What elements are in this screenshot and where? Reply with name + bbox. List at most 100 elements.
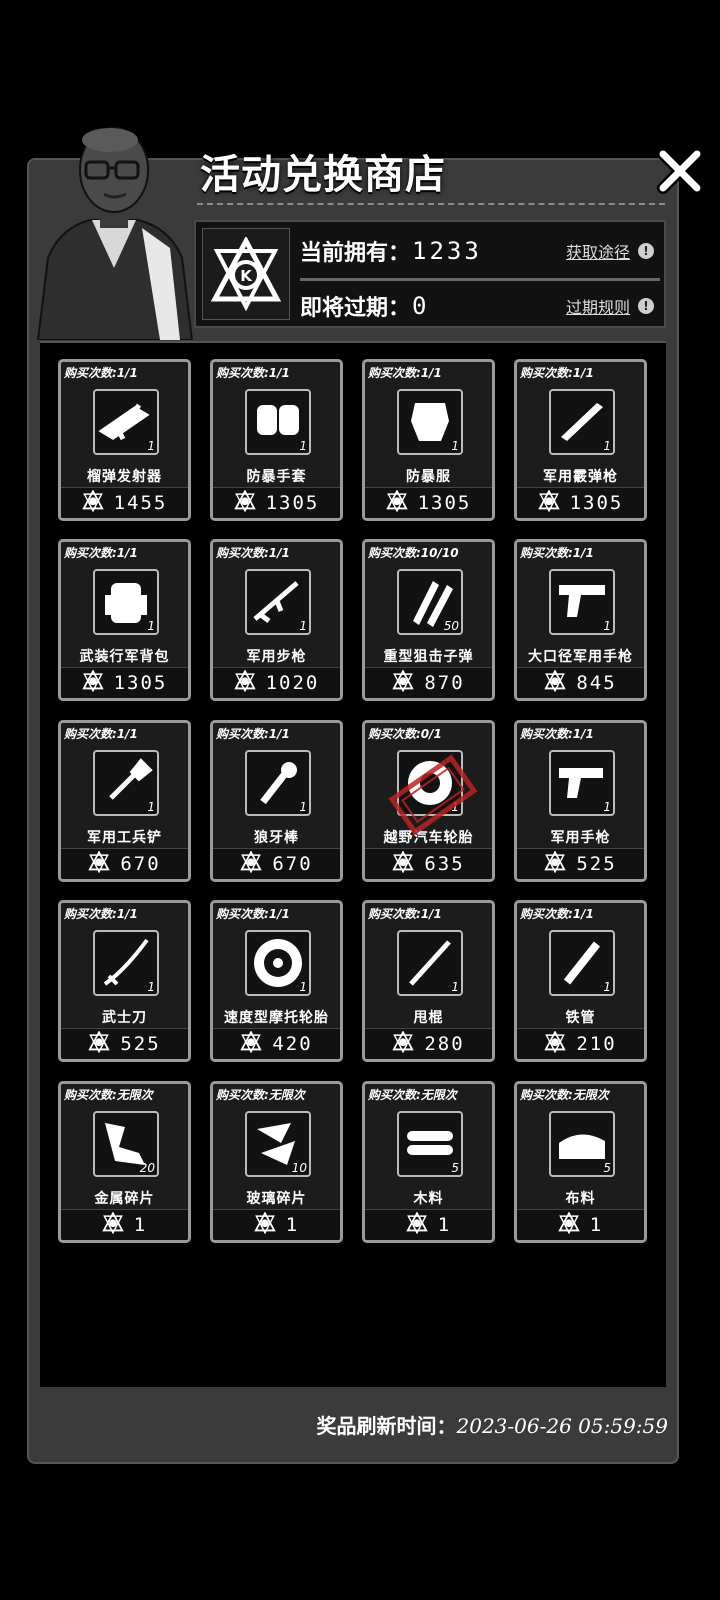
shop-item-card[interactable]: 购买次数:1/1 1 防暴服 1305	[362, 359, 495, 521]
price-bar: 670	[61, 848, 188, 879]
item-price: 1	[133, 1214, 148, 1236]
shop-item-card[interactable]: 购买次数:无限次 5 布料 1	[514, 1081, 647, 1243]
riot-suit-icon: 1	[397, 389, 463, 455]
get-method-link[interactable]: 获取途径	[566, 239, 630, 263]
purchase-limit: 购买次数:无限次	[64, 1088, 153, 1102]
shop-item-card[interactable]: 购买次数:1/1 1 军用霰弹枪 1305	[514, 359, 647, 521]
price-bar: 1020	[213, 667, 340, 698]
item-price: 1020	[265, 672, 320, 694]
shop-item-card[interactable]: 购买次数:10/10 50 重型狙击子弹 870	[362, 539, 495, 701]
shop-item-card[interactable]: 购买次数:无限次 5 木料 1	[362, 1081, 495, 1243]
shop-item-card[interactable]: 购买次数:1/1 1 铁管 210	[514, 900, 647, 1062]
purchase-limit: 购买次数:1/1	[216, 907, 290, 921]
glass-shard-icon: 10	[245, 1111, 311, 1177]
shotgun-icon: 1	[549, 389, 615, 455]
price-bar: 525	[517, 848, 644, 879]
price-bar: 1	[61, 1209, 188, 1240]
shop-item-card[interactable]: 购买次数:无限次 10 玻璃碎片 1	[210, 1081, 343, 1243]
item-grid: 购买次数:1/1 1 榴弹发射器 1455 购买次数:1/1 1 防暴手套 1305 购买次数:…	[40, 341, 666, 1387]
purchase-limit: 购买次数:1/1	[64, 907, 138, 921]
refresh-label: 奖品刷新时间：	[316, 1414, 457, 1438]
item-name: 木料	[413, 1191, 444, 1207]
item-name: 防暴手套	[246, 469, 307, 485]
metal-scrap-icon: 20	[93, 1111, 159, 1177]
item-name: 越野汽车轮胎	[383, 830, 474, 846]
item-quantity: 1	[603, 439, 611, 453]
price-bar: 1305	[61, 667, 188, 698]
item-price: 1	[285, 1214, 300, 1236]
item-quantity: 1	[451, 439, 459, 453]
item-name: 甩棍	[413, 1010, 444, 1026]
price-bar: 670	[213, 848, 340, 879]
item-price: 1305	[569, 492, 624, 514]
large-pistol-icon: 1	[549, 569, 615, 635]
rifle-icon: 1	[245, 569, 311, 635]
item-price: 1	[589, 1214, 604, 1236]
event-coin-emblem-icon: K	[202, 228, 290, 320]
price-bar: 1455	[61, 487, 188, 518]
event-coin-icon	[88, 850, 111, 877]
item-name: 武装行军背包	[79, 649, 170, 665]
cloth-icon: 5	[549, 1111, 615, 1177]
price-bar: 280	[365, 1028, 492, 1059]
purchase-limit: 购买次数:无限次	[368, 1088, 457, 1102]
item-name: 重型狙击子弹	[383, 649, 474, 665]
item-quantity: 1	[603, 619, 611, 633]
item-price: 1305	[265, 492, 320, 514]
item-quantity: 1	[147, 800, 155, 814]
item-price: 1305	[113, 672, 168, 694]
purchase-limit: 购买次数:10/10	[368, 546, 459, 560]
refresh-value: 2023-06-26 05:59:59	[456, 1414, 669, 1438]
purchase-limit: 购买次数:1/1	[64, 727, 138, 741]
item-price: 525	[120, 1033, 161, 1055]
purchase-limit: 购买次数:无限次	[520, 1088, 609, 1102]
item-quantity: 1	[147, 619, 155, 633]
shop-item-card[interactable]: 购买次数:0/1 1 越野汽车轮胎 635	[362, 720, 495, 882]
event-coin-icon	[81, 669, 104, 696]
item-quantity: 10	[291, 1161, 307, 1175]
item-name: 军用步枪	[246, 649, 307, 665]
price-bar: 845	[517, 667, 644, 698]
moto-tire-icon: 1	[245, 930, 311, 996]
event-coin-icon	[233, 489, 256, 516]
backpack-icon: 1	[93, 569, 159, 635]
owned-label: 当前拥有：	[300, 241, 411, 266]
shop-item-card[interactable]: 购买次数:1/1 1 甩棍 280	[362, 900, 495, 1062]
event-coin-icon	[254, 1211, 276, 1238]
shop-item-card[interactable]: 购买次数:1/1 1 军用步枪 1020	[210, 539, 343, 701]
close-icon[interactable]	[655, 146, 705, 196]
info-icon[interactable]: !	[638, 243, 654, 259]
item-price: 1455	[113, 492, 168, 514]
item-quantity: 1	[603, 980, 611, 994]
grenade-launcher-icon: 1	[93, 389, 159, 455]
event-coin-icon	[392, 1030, 415, 1057]
item-price: 525	[576, 853, 617, 875]
item-name: 大口径军用手枪	[528, 649, 633, 665]
item-price: 870	[424, 672, 465, 694]
info-icon[interactable]: !	[638, 298, 654, 314]
event-coin-icon	[558, 1211, 580, 1238]
item-name: 防暴服	[406, 469, 451, 485]
currency-panel: K 当前拥有： 1233 获取途径 ! 即将过期： 0 过期规则 !	[194, 220, 666, 328]
shop-item-card[interactable]: 购买次数:1/1 1 防暴手套 1305	[210, 359, 343, 521]
shop-item-card[interactable]: 购买次数:1/1 1 军用手枪 525	[514, 720, 647, 882]
item-name: 军用霰弹枪	[543, 469, 618, 485]
shop-item-card[interactable]: 购买次数:1/1 1 榴弹发射器 1455	[58, 359, 191, 521]
item-name: 布料	[565, 1191, 596, 1207]
price-bar: 1305	[517, 487, 644, 518]
purchase-limit: 购买次数:1/1	[368, 366, 442, 380]
price-bar: 635	[365, 848, 492, 879]
shop-item-card[interactable]: 购买次数:无限次 20 金属碎片 1	[58, 1081, 191, 1243]
shop-item-card[interactable]: 购买次数:1/1 1 大口径军用手枪 845	[514, 539, 647, 701]
title-divider	[197, 203, 665, 205]
spiked-club-icon: 1	[245, 750, 311, 816]
item-name: 金属碎片	[94, 1191, 155, 1207]
shop-item-card[interactable]: 购买次数:1/1 1 狼牙棒 670	[210, 720, 343, 882]
item-price: 670	[120, 853, 161, 875]
item-quantity: 1	[299, 980, 307, 994]
expire-rule-link[interactable]: 过期规则	[566, 294, 630, 318]
shop-item-card[interactable]: 购买次数:1/1 1 武士刀 525	[58, 900, 191, 1062]
shop-item-card[interactable]: 购买次数:1/1 1 军用工兵铲 670	[58, 720, 191, 882]
shop-item-card[interactable]: 购买次数:1/1 1 武装行军背包 1305	[58, 539, 191, 701]
shop-item-card[interactable]: 购买次数:1/1 1 速度型摩托轮胎 420	[210, 900, 343, 1062]
